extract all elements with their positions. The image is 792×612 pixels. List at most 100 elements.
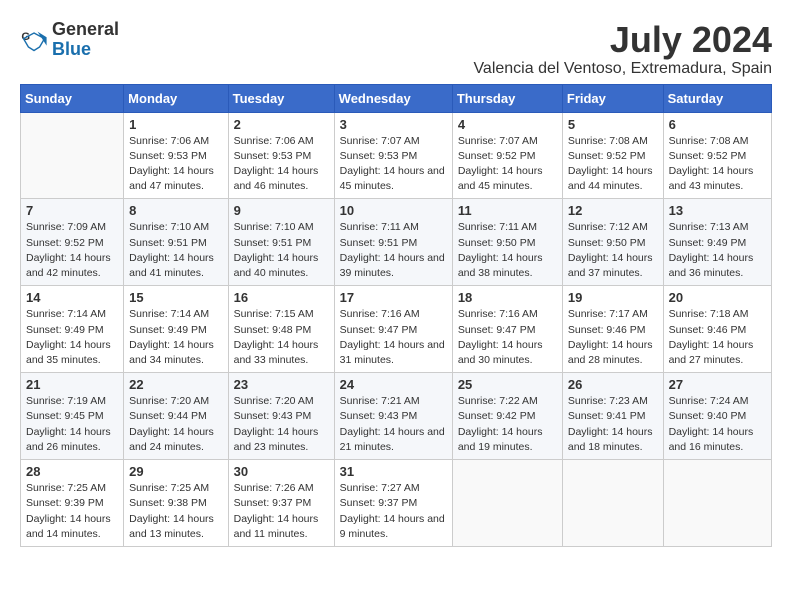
calendar-cell: 11 Sunrise: 7:11 AM Sunset: 9:50 PM Dayl… [452,199,562,286]
day-info: Sunrise: 7:23 AM Sunset: 9:41 PM Dayligh… [568,394,658,455]
logo-text: General Blue [52,20,119,60]
calendar-cell: 29 Sunrise: 7:25 AM Sunset: 9:38 PM Dayl… [124,460,228,547]
day-number: 1 [129,117,222,132]
day-number: 5 [568,117,658,132]
day-number: 9 [234,203,329,218]
day-info: Sunrise: 7:11 AM Sunset: 9:50 PM Dayligh… [458,220,557,281]
day-number: 23 [234,377,329,392]
day-info: Sunrise: 7:11 AM Sunset: 9:51 PM Dayligh… [340,220,447,281]
day-info: Sunrise: 7:06 AM Sunset: 9:53 PM Dayligh… [234,134,329,195]
calendar-cell [663,460,771,547]
day-info: Sunrise: 7:07 AM Sunset: 9:53 PM Dayligh… [340,134,447,195]
calendar-cell: 31 Sunrise: 7:27 AM Sunset: 9:37 PM Dayl… [334,460,452,547]
day-info: Sunrise: 7:27 AM Sunset: 9:37 PM Dayligh… [340,481,447,542]
day-number: 30 [234,464,329,479]
calendar-cell: 15 Sunrise: 7:14 AM Sunset: 9:49 PM Dayl… [124,286,228,373]
calendar-cell: 27 Sunrise: 7:24 AM Sunset: 9:40 PM Dayl… [663,373,771,460]
header-day-saturday: Saturday [663,84,771,112]
day-number: 6 [669,117,766,132]
day-number: 12 [568,203,658,218]
logo: G General Blue [20,20,119,60]
day-info: Sunrise: 7:12 AM Sunset: 9:50 PM Dayligh… [568,220,658,281]
calendar-cell: 26 Sunrise: 7:23 AM Sunset: 9:41 PM Dayl… [562,373,663,460]
header-day-tuesday: Tuesday [228,84,334,112]
calendar-cell: 3 Sunrise: 7:07 AM Sunset: 9:53 PM Dayli… [334,112,452,199]
day-number: 24 [340,377,447,392]
logo-blue: Blue [52,39,91,59]
calendar-header-row: SundayMondayTuesdayWednesdayThursdayFrid… [21,84,772,112]
day-number: 10 [340,203,447,218]
calendar-cell [562,460,663,547]
day-info: Sunrise: 7:14 AM Sunset: 9:49 PM Dayligh… [26,307,118,368]
calendar-cell: 28 Sunrise: 7:25 AM Sunset: 9:39 PM Dayl… [21,460,124,547]
calendar-cell: 2 Sunrise: 7:06 AM Sunset: 9:53 PM Dayli… [228,112,334,199]
day-number: 8 [129,203,222,218]
calendar-cell [452,460,562,547]
calendar-cell: 23 Sunrise: 7:20 AM Sunset: 9:43 PM Dayl… [228,373,334,460]
day-info: Sunrise: 7:26 AM Sunset: 9:37 PM Dayligh… [234,481,329,542]
day-info: Sunrise: 7:10 AM Sunset: 9:51 PM Dayligh… [234,220,329,281]
day-info: Sunrise: 7:08 AM Sunset: 9:52 PM Dayligh… [568,134,658,195]
header-day-monday: Monday [124,84,228,112]
day-info: Sunrise: 7:17 AM Sunset: 9:46 PM Dayligh… [568,307,658,368]
day-number: 11 [458,203,557,218]
week-row-1: 1 Sunrise: 7:06 AM Sunset: 9:53 PM Dayli… [21,112,772,199]
day-number: 4 [458,117,557,132]
week-row-3: 14 Sunrise: 7:14 AM Sunset: 9:49 PM Dayl… [21,286,772,373]
calendar-cell: 21 Sunrise: 7:19 AM Sunset: 9:45 PM Dayl… [21,373,124,460]
calendar-cell: 1 Sunrise: 7:06 AM Sunset: 9:53 PM Dayli… [124,112,228,199]
day-number: 19 [568,290,658,305]
calendar-cell: 6 Sunrise: 7:08 AM Sunset: 9:52 PM Dayli… [663,112,771,199]
day-number: 7 [26,203,118,218]
page-header: G General Blue July 2024 Valencia del Ve… [20,20,772,78]
calendar-cell: 17 Sunrise: 7:16 AM Sunset: 9:47 PM Dayl… [334,286,452,373]
day-info: Sunrise: 7:21 AM Sunset: 9:43 PM Dayligh… [340,394,447,455]
day-number: 28 [26,464,118,479]
calendar-cell: 13 Sunrise: 7:13 AM Sunset: 9:49 PM Dayl… [663,199,771,286]
day-info: Sunrise: 7:14 AM Sunset: 9:49 PM Dayligh… [129,307,222,368]
day-info: Sunrise: 7:20 AM Sunset: 9:43 PM Dayligh… [234,394,329,455]
day-number: 16 [234,290,329,305]
day-number: 15 [129,290,222,305]
calendar-cell: 22 Sunrise: 7:20 AM Sunset: 9:44 PM Dayl… [124,373,228,460]
day-number: 27 [669,377,766,392]
calendar-cell: 16 Sunrise: 7:15 AM Sunset: 9:48 PM Dayl… [228,286,334,373]
day-number: 14 [26,290,118,305]
day-number: 18 [458,290,557,305]
day-info: Sunrise: 7:24 AM Sunset: 9:40 PM Dayligh… [669,394,766,455]
header-day-friday: Friday [562,84,663,112]
calendar-cell: 5 Sunrise: 7:08 AM Sunset: 9:52 PM Dayli… [562,112,663,199]
calendar-cell: 8 Sunrise: 7:10 AM Sunset: 9:51 PM Dayli… [124,199,228,286]
day-info: Sunrise: 7:25 AM Sunset: 9:38 PM Dayligh… [129,481,222,542]
logo-icon: G [20,26,48,54]
day-number: 31 [340,464,447,479]
day-number: 25 [458,377,557,392]
calendar-cell: 4 Sunrise: 7:07 AM Sunset: 9:52 PM Dayli… [452,112,562,199]
calendar-cell: 10 Sunrise: 7:11 AM Sunset: 9:51 PM Dayl… [334,199,452,286]
calendar-cell: 18 Sunrise: 7:16 AM Sunset: 9:47 PM Dayl… [452,286,562,373]
day-number: 2 [234,117,329,132]
day-info: Sunrise: 7:15 AM Sunset: 9:48 PM Dayligh… [234,307,329,368]
location-subtitle: Valencia del Ventoso, Extremadura, Spain [473,60,772,78]
calendar-cell: 9 Sunrise: 7:10 AM Sunset: 9:51 PM Dayli… [228,199,334,286]
calendar-cell: 20 Sunrise: 7:18 AM Sunset: 9:46 PM Dayl… [663,286,771,373]
day-number: 22 [129,377,222,392]
day-info: Sunrise: 7:19 AM Sunset: 9:45 PM Dayligh… [26,394,118,455]
calendar-cell: 24 Sunrise: 7:21 AM Sunset: 9:43 PM Dayl… [334,373,452,460]
day-info: Sunrise: 7:16 AM Sunset: 9:47 PM Dayligh… [340,307,447,368]
day-number: 3 [340,117,447,132]
day-info: Sunrise: 7:16 AM Sunset: 9:47 PM Dayligh… [458,307,557,368]
day-number: 26 [568,377,658,392]
week-row-2: 7 Sunrise: 7:09 AM Sunset: 9:52 PM Dayli… [21,199,772,286]
calendar-cell: 25 Sunrise: 7:22 AM Sunset: 9:42 PM Dayl… [452,373,562,460]
day-number: 20 [669,290,766,305]
header-day-wednesday: Wednesday [334,84,452,112]
week-row-5: 28 Sunrise: 7:25 AM Sunset: 9:39 PM Dayl… [21,460,772,547]
title-area: July 2024 Valencia del Ventoso, Extremad… [473,20,772,78]
day-info: Sunrise: 7:18 AM Sunset: 9:46 PM Dayligh… [669,307,766,368]
header-day-sunday: Sunday [21,84,124,112]
calendar-cell [21,112,124,199]
day-info: Sunrise: 7:10 AM Sunset: 9:51 PM Dayligh… [129,220,222,281]
day-number: 17 [340,290,447,305]
month-year-title: July 2024 [473,20,772,60]
